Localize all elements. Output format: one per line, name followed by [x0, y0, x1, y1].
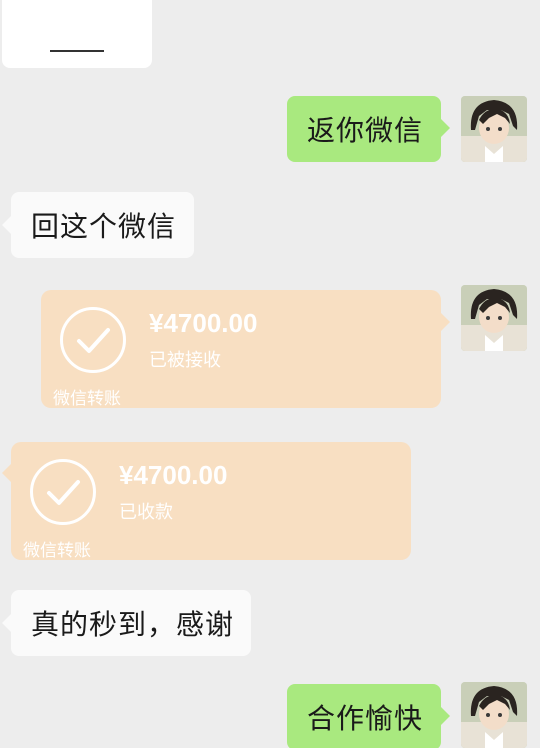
- user-avatar[interactable]: [461, 285, 527, 351]
- transfer-card-sent[interactable]: ¥4700.00 已被接收 微信转账: [41, 290, 441, 409]
- bubble-tail: [441, 707, 450, 725]
- underline-mark: [50, 50, 104, 52]
- message-text: 合作愉快: [307, 702, 424, 735]
- user-avatar[interactable]: [461, 96, 527, 162]
- received-message-bubble[interactable]: 真的秒到，感谢: [11, 590, 251, 656]
- sent-message-bubble[interactable]: 合作愉快: [287, 684, 441, 748]
- message-text: 真的秒到，感谢: [31, 608, 235, 641]
- bubble-tail: [2, 614, 11, 632]
- transfer-label: 微信转账: [53, 389, 121, 409]
- check-circle-icon: [60, 307, 126, 373]
- previous-message-card[interactable]: [2, 0, 152, 68]
- transfer-status: 已收款: [119, 502, 173, 523]
- transfer-amount: ¥4700.00: [149, 308, 258, 338]
- bubble-tail: [2, 216, 11, 234]
- received-message-bubble[interactable]: 回这个微信: [11, 192, 194, 258]
- transfer-status: 已被接收: [149, 350, 221, 371]
- transfer-label: 微信转账: [23, 541, 91, 561]
- bubble-tail: [441, 313, 450, 331]
- check-circle-icon: [30, 459, 96, 525]
- message-text: 返你微信: [307, 114, 424, 147]
- transfer-card-received[interactable]: ¥4700.00 已收款 微信转账: [11, 442, 411, 561]
- bubble-tail: [441, 119, 450, 137]
- bubble-tail: [2, 464, 11, 482]
- transfer-amount: ¥4700.00: [119, 460, 228, 490]
- sent-message-bubble[interactable]: 返你微信: [287, 96, 441, 162]
- user-avatar[interactable]: [461, 682, 527, 748]
- message-text: 回这个微信: [31, 210, 177, 243]
